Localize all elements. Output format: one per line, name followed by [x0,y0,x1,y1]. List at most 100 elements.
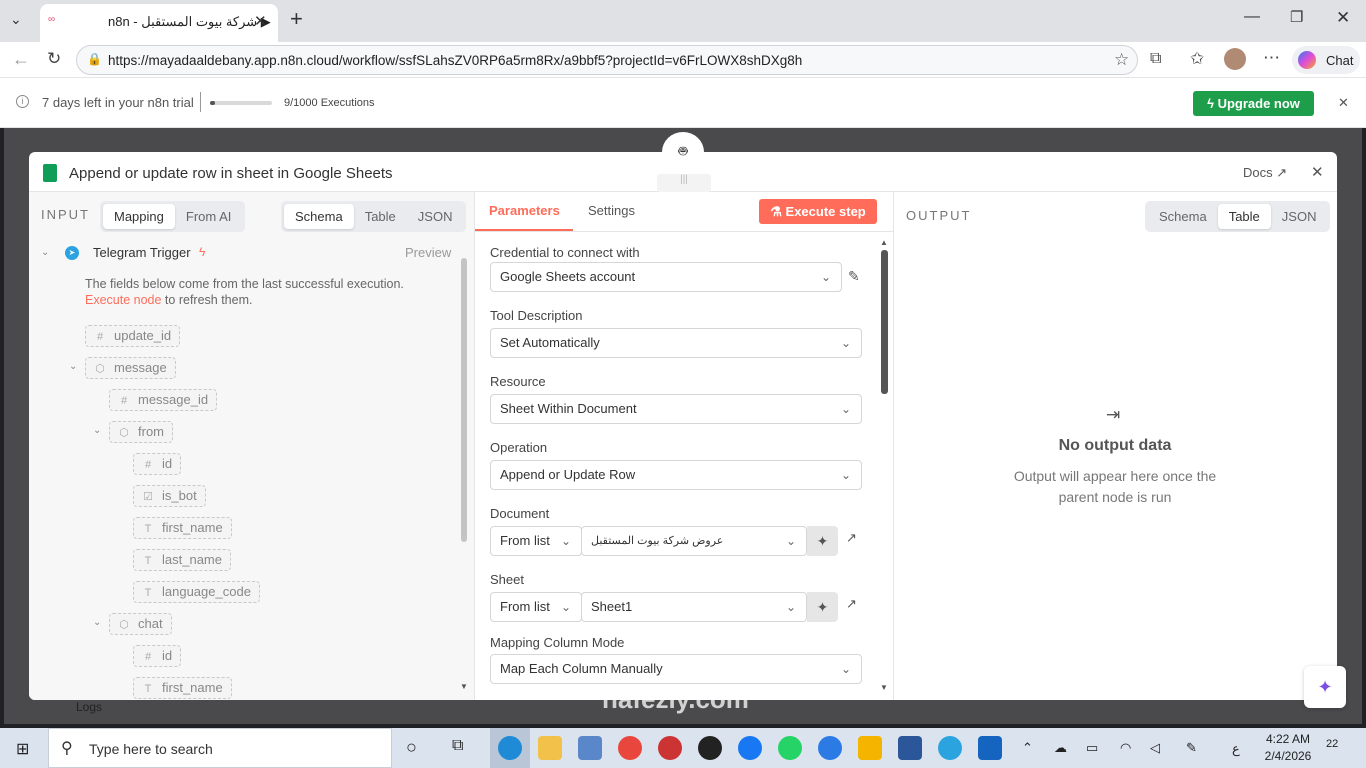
taskbar-search-box[interactable]: ⚲ Type here to search [48,728,392,768]
from-ai-tab[interactable]: From AI [175,204,243,229]
restore-icon[interactable]: ❐ [1290,8,1303,26]
opera-icon[interactable] [658,736,682,760]
ai-sparkle-icon[interactable]: ✦ [807,526,838,556]
scroll-down-icon[interactable]: ▼ [460,682,468,691]
pen-icon[interactable]: ✎ [1186,740,1197,756]
chrome-icon[interactable] [618,736,642,760]
refresh-icon[interactable]: ↻ [47,49,61,69]
output-table-tab[interactable]: Table [1217,204,1271,229]
task-view-icon[interactable]: ⧉ [452,737,463,755]
close-tab-icon[interactable]: ✕ [254,12,267,30]
whatsapp-icon[interactable] [778,736,802,760]
back-icon[interactable]: ← [12,49,30,70]
field-chat-id[interactable]: # id [133,645,182,667]
edit-credential-icon[interactable]: ✎ [848,268,860,285]
drag-handle[interactable]: ||| [657,174,711,192]
open-document-icon[interactable]: ↗ [846,530,857,546]
field-update-id[interactable]: # update_id [85,325,181,347]
cortana-icon[interactable]: ○ [406,737,417,758]
input-scrollbar[interactable] [461,258,467,542]
notification-count[interactable]: 22 [1326,738,1338,750]
credential-select[interactable]: Google Sheets account ⌄ [490,262,842,292]
ai-sparkle-icon[interactable]: ✦ [807,592,838,622]
output-json-tab[interactable]: JSON [1271,204,1328,229]
input-schema-tab[interactable]: Schema [284,204,354,229]
chevron-down-icon: ⌄ [820,270,831,284]
file-explorer-icon[interactable] [538,736,562,760]
new-tab-icon[interactable]: + [290,6,303,32]
scroll-down-icon[interactable]: ▼ [880,683,888,692]
url-input[interactable]: 🔒 https://mayadaaldebany.app.n8n.cloud/w… [76,45,1138,75]
input-table-tab[interactable]: Table [354,204,407,229]
execute-step-button[interactable]: ⚗ Execute step [759,199,877,224]
profile-avatar[interactable] [1224,48,1246,70]
ai-assistant-button[interactable]: ✦ [1304,666,1346,708]
settings-tab[interactable]: Settings [588,203,635,218]
favorite-star-icon[interactable]: ☆ [1114,50,1129,70]
tray-chevron-icon[interactable]: ⌃ [1022,740,1033,756]
collapse-trigger-icon[interactable]: ⌄ [41,247,49,258]
edge-icon[interactable] [498,736,522,760]
upgrade-now-button[interactable]: ϟ Upgrade now [1193,91,1314,116]
word-icon[interactable] [898,736,922,760]
extensions-icon[interactable]: ⧉ [1150,50,1161,68]
close-banner-icon[interactable]: ✕ [1338,95,1349,111]
clock-time[interactable]: 4:22 AM [1258,732,1318,746]
output-schema-tab[interactable]: Schema [1148,204,1218,229]
tab-list-chevron-icon[interactable]: ⌄ [10,11,22,28]
field-from[interactable]: ⬡ from [109,421,173,443]
volume-icon[interactable]: ◁ [1150,740,1160,756]
field-last-name[interactable]: Tlast_name [133,549,231,571]
document-mode-select[interactable]: From list ⌄ [490,526,582,556]
mapping-mode-select[interactable]: Map Each Column Manually ⌄ [490,654,862,684]
telegram-app-icon[interactable] [938,736,962,760]
favorites-icon[interactable]: ✩ [1190,49,1204,69]
copilot-app-icon[interactable] [818,736,842,760]
tool-description-select[interactable]: Set Automatically ⌄ [490,328,862,358]
field-language-code[interactable]: Tlanguage_code [133,581,260,603]
field-chat-first-name[interactable]: Tfirst_name [133,677,232,699]
input-language[interactable]: ع [1232,741,1240,757]
resource-select[interactable]: Sheet Within Document ⌄ [490,394,862,424]
minimize-icon[interactable]: — [1244,8,1260,26]
chatgpt-icon[interactable] [698,736,722,760]
execute-node-link[interactable]: Execute node [85,293,161,307]
field-chat[interactable]: ⬡ chat [109,613,172,635]
browser-tab[interactable]: ∞ n8n - شركة بيوت المستقبل ▶ ✕ [40,4,278,42]
document-value-select[interactable]: عروض شركة بيوت المستقبل ⌄ [581,526,807,556]
scroll-up-icon[interactable]: ▲ [880,238,888,247]
field-message-id[interactable]: # message_id [109,389,218,411]
ai-agent-robot-icon[interactable]: 🤖︎ [662,132,704,172]
operation-select[interactable]: Append or Update Row ⌄ [490,460,862,490]
windows-start-icon[interactable]: ⊞ [16,739,29,759]
onedrive-icon[interactable]: ☁ [1054,740,1067,756]
wifi-icon[interactable]: ◠ [1120,740,1131,756]
field-from-id[interactable]: # id [133,453,182,475]
parameters-tab[interactable]: Parameters [489,203,560,218]
docs-link[interactable]: Docs ↗ [1243,165,1287,181]
store-icon[interactable] [578,736,602,760]
power-bi-icon[interactable] [858,736,882,760]
input-json-tab[interactable]: JSON [407,204,464,229]
lock-icon: 🔒 [87,52,102,66]
battery-icon[interactable]: ▭ [1086,740,1098,756]
open-sheet-icon[interactable]: ↗ [846,596,857,612]
more-menu-icon[interactable]: ⋯ [1263,48,1280,68]
close-modal-icon[interactable]: ✕ [1311,163,1324,181]
collapse-chat-icon[interactable]: ⌄ [93,617,101,628]
video-player-icon[interactable] [978,736,1002,760]
mapping-tab[interactable]: Mapping [103,204,175,229]
close-window-icon[interactable]: ✕ [1336,8,1350,28]
copilot-chat-button[interactable]: Chat [1292,46,1360,74]
parameters-scrollbar[interactable] [881,250,888,394]
chevron-down-icon: ⌄ [840,402,851,416]
sheet-value-select[interactable]: Sheet1 ⌄ [581,592,807,622]
field-message[interactable]: ⬡ message [85,357,176,379]
clock-date[interactable]: 2/4/2026 [1258,749,1318,763]
sheet-mode-select[interactable]: From list ⌄ [490,592,582,622]
facebook-icon[interactable] [738,736,762,760]
collapse-message-icon[interactable]: ⌄ [69,361,77,372]
field-is-bot[interactable]: ☑ is_bot [133,485,206,507]
field-first-name[interactable]: Tfirst_name [133,517,232,539]
collapse-from-icon[interactable]: ⌄ [93,425,101,436]
